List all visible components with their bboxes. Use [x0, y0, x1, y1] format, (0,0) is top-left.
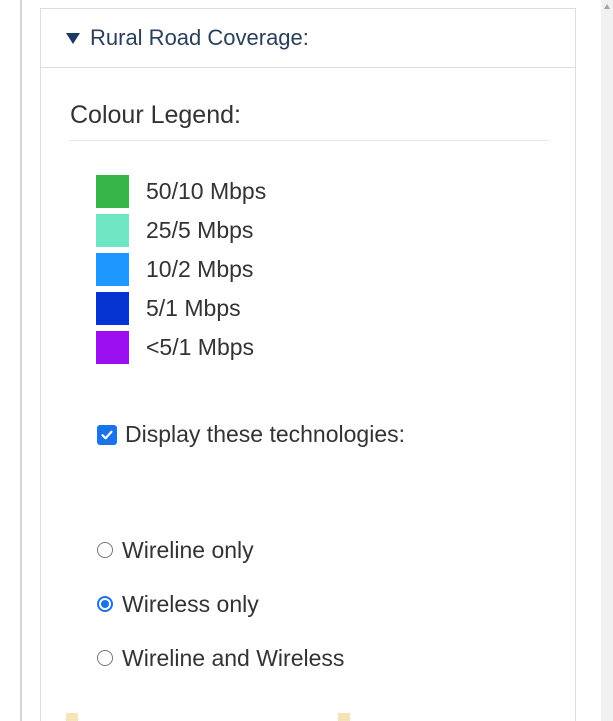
next-section-peek [66, 713, 466, 721]
legend-item-10-2: 10/2 Mbps [96, 250, 266, 289]
radio-button[interactable] [97, 596, 113, 612]
coverage-panel: Rural Road Coverage: Colour Legend: 50/1… [40, 8, 576, 721]
legend-divider [69, 140, 549, 141]
legend-label: 50/10 Mbps [146, 178, 267, 204]
triangle-down-icon [66, 32, 80, 44]
panel-header-toggle[interactable]: Rural Road Coverage: [41, 9, 575, 68]
legend-heading: Colour Legend: [70, 101, 241, 129]
display-technologies-checkbox[interactable] [97, 424, 117, 445]
radio-label: Wireline and Wireless [122, 644, 345, 671]
peek-fragment [66, 713, 78, 721]
legend-swatch [96, 292, 129, 325]
radio-button[interactable] [97, 650, 113, 666]
radio-option-wireless-only[interactable]: Wireless only [97, 577, 344, 631]
legend-label: <5/1 Mbps [146, 334, 255, 360]
radio-option-wireline-only[interactable]: Wireline only [97, 523, 344, 577]
page: Rural Road Coverage: Colour Legend: 50/1… [0, 0, 613, 721]
checkmark-icon [101, 430, 113, 439]
left-divider [20, 0, 22, 721]
legend-swatch [96, 175, 129, 208]
display-technologies-label: Display these technologies: [125, 421, 405, 447]
radio-option-wireline-and-wireless[interactable]: Wireline and Wireless [97, 631, 344, 685]
legend-item-under-5-1: <5/1 Mbps [96, 328, 266, 367]
vertical-scrollbar[interactable] [601, 0, 613, 721]
legend-list: 50/10 Mbps 25/5 Mbps 10/2 Mbps 5/1 Mbps … [96, 172, 266, 367]
radio-label: Wireline only [122, 536, 254, 563]
legend-label: 25/5 Mbps [146, 217, 254, 243]
legend-item-25-5: 25/5 Mbps [96, 211, 266, 250]
legend-swatch [96, 253, 129, 286]
display-technologies-checkbox-row[interactable]: Display these technologies: [97, 421, 405, 448]
panel-title: Rural Road Coverage: [90, 25, 309, 50]
legend-item-50-10: 50/10 Mbps [96, 172, 266, 211]
legend-swatch [96, 214, 129, 247]
legend-label: 10/2 Mbps [146, 256, 254, 282]
peek-fragment [338, 713, 350, 721]
scroll-up-arrow-icon[interactable] [604, 4, 610, 9]
legend-label: 5/1 Mbps [146, 295, 241, 321]
legend-item-5-1: 5/1 Mbps [96, 289, 266, 328]
radio-button[interactable] [97, 542, 113, 558]
technology-radio-group: Wireline only Wireless only Wireline and… [97, 523, 344, 685]
radio-label: Wireless only [122, 590, 259, 617]
legend-swatch [96, 331, 129, 364]
